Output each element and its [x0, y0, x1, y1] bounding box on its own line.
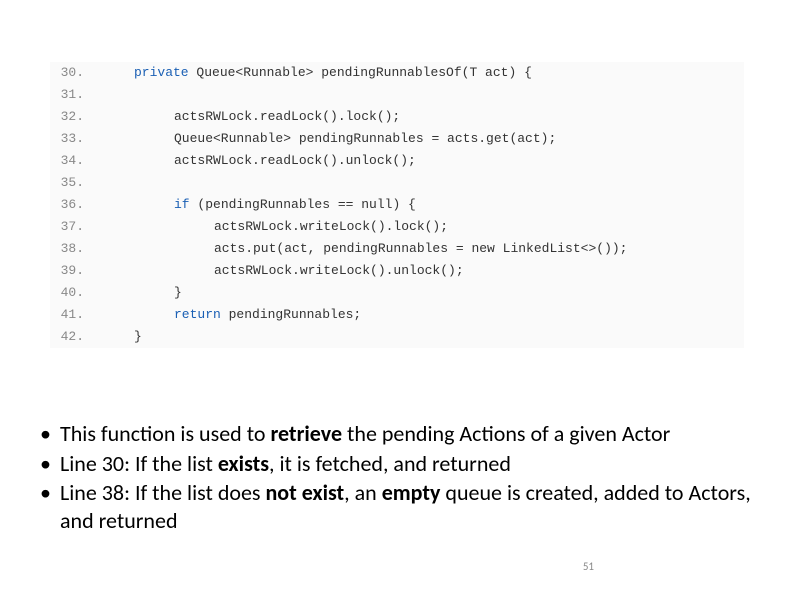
bullet-item: •This function is used to retrieve the p…	[40, 420, 754, 448]
code-line: 39.actsRWLock.writeLock().unlock();	[50, 260, 744, 282]
code-content	[94, 172, 134, 194]
code-content: private Queue<Runnable> pendingRunnables…	[94, 62, 532, 84]
bullet-item: •Line 38: If the list does not exist, an…	[40, 479, 754, 534]
line-number: 30.	[50, 62, 94, 84]
page-number: 51	[583, 560, 594, 573]
line-number: 39.	[50, 260, 94, 282]
code-content: actsRWLock.writeLock().lock();	[94, 216, 448, 238]
bullet-dot: •	[40, 479, 60, 534]
bullet-text: This function is used to retrieve the pe…	[60, 420, 670, 448]
line-number: 31.	[50, 84, 94, 106]
line-number: 32.	[50, 106, 94, 128]
code-line: 40.}	[50, 282, 744, 304]
bullet-text: Line 38: If the list does not exist, an …	[60, 479, 754, 534]
line-number: 40.	[50, 282, 94, 304]
code-content: acts.put(act, pendingRunnables = new Lin…	[94, 238, 627, 260]
code-content: return pendingRunnables;	[94, 304, 361, 326]
code-content	[94, 84, 134, 106]
code-line: 38.acts.put(act, pendingRunnables = new …	[50, 238, 744, 260]
code-line: 32.actsRWLock.readLock().lock();	[50, 106, 744, 128]
code-block: 30.private Queue<Runnable> pendingRunnab…	[50, 62, 744, 348]
code-line: 31.	[50, 84, 744, 106]
code-content: Queue<Runnable> pendingRunnables = acts.…	[94, 128, 556, 150]
code-line: 30.private Queue<Runnable> pendingRunnab…	[50, 62, 744, 84]
code-content: }	[94, 282, 182, 304]
code-line: 41.return pendingRunnables;	[50, 304, 744, 326]
line-number: 34.	[50, 150, 94, 172]
code-line: 34.actsRWLock.readLock().unlock();	[50, 150, 744, 172]
code-line: 35.	[50, 172, 744, 194]
bullet-text: Line 30: If the list exists, it is fetch…	[60, 450, 511, 478]
line-number: 41.	[50, 304, 94, 326]
line-number: 37.	[50, 216, 94, 238]
code-line: 42.}	[50, 326, 744, 348]
code-content: actsRWLock.readLock().unlock();	[94, 150, 416, 172]
code-line: 36.if (pendingRunnables == null) {	[50, 194, 744, 216]
bullet-dot: •	[40, 420, 60, 448]
code-content: actsRWLock.writeLock().unlock();	[94, 260, 464, 282]
code-content: }	[94, 326, 142, 348]
line-number: 38.	[50, 238, 94, 260]
code-line: 37.actsRWLock.writeLock().lock();	[50, 216, 744, 238]
code-content: actsRWLock.readLock().lock();	[94, 106, 400, 128]
bullet-list: •This function is used to retrieve the p…	[40, 420, 754, 536]
bullet-dot: •	[40, 450, 60, 478]
bullet-item: •Line 30: If the list exists, it is fetc…	[40, 450, 754, 478]
line-number: 33.	[50, 128, 94, 150]
line-number: 36.	[50, 194, 94, 216]
line-number: 35.	[50, 172, 94, 194]
line-number: 42.	[50, 326, 94, 348]
code-content: if (pendingRunnables == null) {	[94, 194, 416, 216]
code-line: 33.Queue<Runnable> pendingRunnables = ac…	[50, 128, 744, 150]
